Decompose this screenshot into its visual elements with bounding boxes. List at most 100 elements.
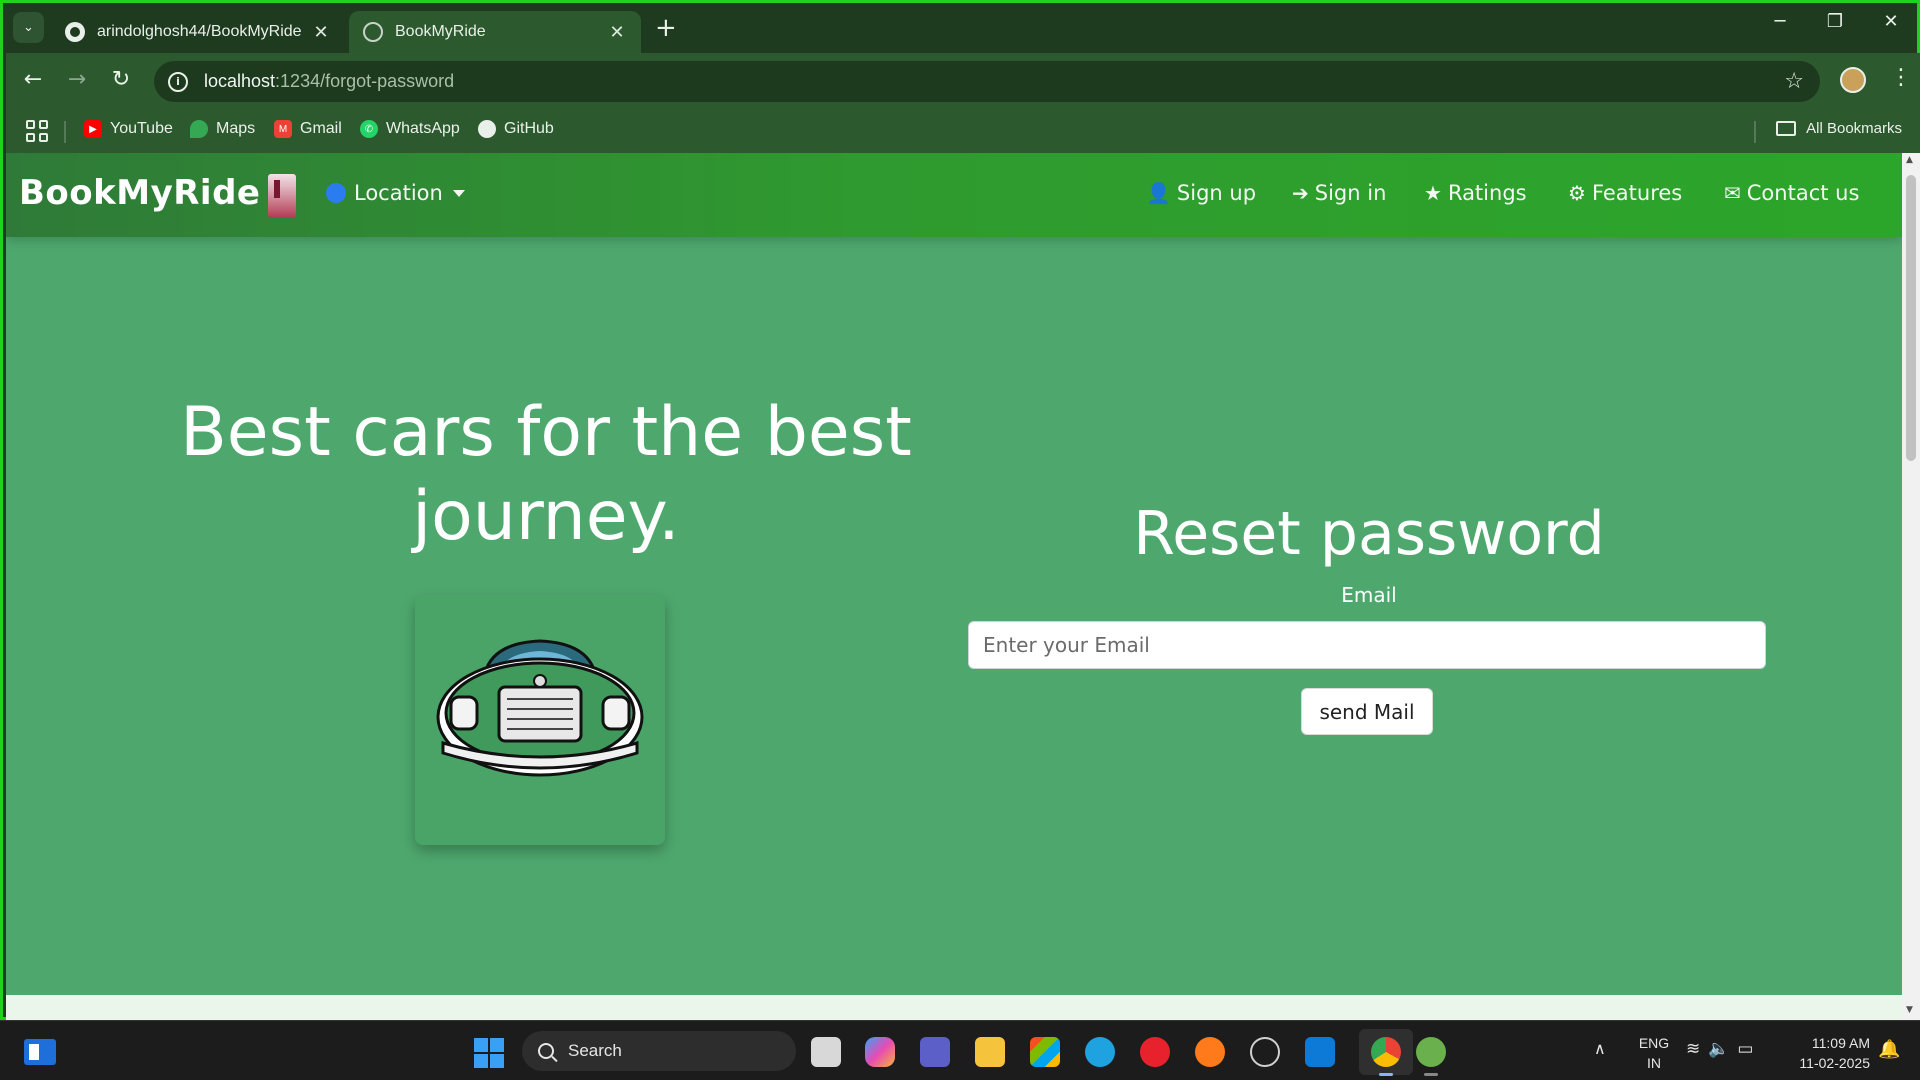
teams-icon[interactable] <box>920 1037 950 1067</box>
browser-menu-icon[interactable]: ⋮ <box>1890 65 1912 90</box>
tab-title: arindolghosh44/BookMyRide <box>97 23 302 40</box>
taskbar-search[interactable]: Search <box>522 1031 796 1071</box>
minimize-button[interactable]: ─ <box>1758 11 1802 32</box>
scrollbar-thumb[interactable] <box>1906 175 1916 461</box>
scroll-up-icon[interactable]: ▲ <box>1906 155 1913 165</box>
running-app-indicator <box>1424 1073 1438 1076</box>
globe-icon <box>326 183 346 203</box>
location-dropdown[interactable]: Location <box>326 181 465 205</box>
volume-icon[interactable]: 🔈 <box>1708 1039 1737 1059</box>
battery-icon[interactable]: ▭ <box>1737 1039 1761 1059</box>
apps-grid-icon[interactable] <box>26 120 48 142</box>
taskbar-clock[interactable]: 11:09 AM 11-02-2025 <box>1778 1033 1870 1073</box>
task-view-icon[interactable] <box>811 1037 841 1067</box>
windows-taskbar: Search ∧ ENG IN ≋🔈▭ 11:09 AM 11-02-2025 … <box>0 1020 1920 1080</box>
nav-sign-up[interactable]: 👤 Sign up <box>1146 181 1256 205</box>
site-info-icon[interactable]: i <box>168 71 188 92</box>
url-path: :1234/forgot-password <box>275 71 455 91</box>
tab-github[interactable]: arindolghosh44/BookMyRide ✕ <box>51 11 345 53</box>
brand-logo-image <box>268 174 296 218</box>
search-icon <box>538 1043 554 1059</box>
microsoft-store-icon[interactable] <box>1030 1037 1060 1067</box>
nav-label: Contact us <box>1746 181 1860 205</box>
bookmark-label: WhatsApp <box>386 120 460 137</box>
taskbar-search-label: Search <box>568 1041 622 1060</box>
send-mail-button[interactable]: send Mail <box>1301 688 1433 735</box>
close-icon[interactable]: ✕ <box>311 22 331 43</box>
bookmark-github[interactable]: GitHub <box>478 120 554 138</box>
system-tray-icons[interactable]: ≋🔈▭ <box>1686 1039 1761 1059</box>
nav-label: Ratings <box>1447 181 1527 205</box>
tab-title: BookMyRide <box>395 23 486 40</box>
language-indicator[interactable]: ENG IN <box>1634 1033 1674 1073</box>
close-window-button[interactable]: ✕ <box>1869 11 1913 32</box>
bookmark-label: GitHub <box>504 120 554 137</box>
envelope-icon: ✉ <box>1724 181 1741 205</box>
firefox-icon[interactable] <box>1195 1037 1225 1067</box>
bookmarks-bar: ▶ YouTube Maps M Gmail ✆ WhatsApp GitHub… <box>6 110 1920 153</box>
clock-time: 11:09 AM <box>1811 1035 1870 1051</box>
nav-contact-us[interactable]: ✉ Contact us <box>1724 181 1859 205</box>
address-bar[interactable]: i localhost:1234/forgot-password ☆ <box>154 61 1820 102</box>
close-icon[interactable]: ✕ <box>607 22 627 43</box>
browser-window: ⌄ arindolghosh44/BookMyRide ✕ BookMyRide… <box>0 0 1920 1021</box>
restore-button[interactable]: ❐ <box>1813 11 1857 32</box>
page-footer-strip <box>6 995 1902 1021</box>
gmail-icon: M <box>274 120 292 138</box>
site-navbar: BookMyRide Location 👤 Sign up ➔ Sign in … <box>6 153 1902 237</box>
tab-search-chevron-icon[interactable]: ⌄ <box>13 12 44 43</box>
wifi-icon[interactable]: ≋ <box>1686 1039 1708 1059</box>
reload-icon[interactable]: ↻ <box>106 67 136 92</box>
all-bookmarks-button[interactable]: All Bookmarks <box>1776 120 1902 137</box>
brand-logo-text[interactable]: BookMyRide <box>19 173 260 213</box>
language-code: ENG <box>1638 1035 1670 1051</box>
location-label: Location <box>354 181 443 205</box>
chrome-icon[interactable] <box>1371 1037 1401 1067</box>
widgets-icon[interactable] <box>24 1039 56 1065</box>
gears-icon: ⚙ <box>1568 181 1586 205</box>
notification-bell-icon[interactable]: 🔔 <box>1878 1039 1900 1060</box>
copilot-icon[interactable] <box>865 1037 895 1067</box>
bookmark-whatsapp[interactable]: ✆ WhatsApp <box>360 120 460 138</box>
start-windows-icon[interactable] <box>474 1038 504 1068</box>
email-label: Email <box>1341 583 1397 607</box>
nav-sign-in[interactable]: ➔ Sign in <box>1292 181 1386 205</box>
file-explorer-icon[interactable] <box>975 1037 1005 1067</box>
show-hidden-icons-chevron-icon[interactable]: ∧ <box>1594 1039 1606 1058</box>
opera-icon[interactable] <box>1140 1037 1170 1067</box>
bookmarks-divider <box>1754 121 1756 143</box>
page-scrollbar[interactable]: ▲ ▼ <box>1902 153 1920 1021</box>
sign-in-icon: ➔ <box>1292 181 1309 205</box>
forward-arrow-icon[interactable]: → <box>62 67 92 92</box>
hero-title: Best cars for the best journey. <box>180 393 912 556</box>
dell-icon[interactable] <box>1250 1037 1280 1067</box>
spring-tool-icon[interactable] <box>1416 1037 1446 1067</box>
new-tab-button[interactable]: + <box>655 13 677 43</box>
url-host: localhost <box>204 71 276 91</box>
bookmark-gmail[interactable]: M Gmail <box>274 120 342 138</box>
back-arrow-icon[interactable]: ← <box>18 67 48 92</box>
nav-features[interactable]: ⚙ Features <box>1568 181 1682 205</box>
tab-bookmyride[interactable]: BookMyRide ✕ <box>349 11 641 53</box>
bookmark-label: YouTube <box>110 120 173 137</box>
whatsapp-icon: ✆ <box>360 120 378 138</box>
scroll-down-icon[interactable]: ▼ <box>1906 1005 1913 1015</box>
bookmark-label: Gmail <box>300 120 342 137</box>
region-code: IN <box>1647 1055 1661 1071</box>
caret-down-icon <box>452 189 465 197</box>
nav-ratings[interactable]: ★ Ratings <box>1424 181 1527 205</box>
nav-label: Sign up <box>1176 181 1257 205</box>
bookmark-star-icon[interactable]: ☆ <box>1784 69 1804 94</box>
bookmark-label: Maps <box>216 120 256 137</box>
app-blue-icon[interactable] <box>1305 1037 1335 1067</box>
profile-avatar[interactable] <box>1840 67 1866 93</box>
email-input[interactable] <box>968 621 1766 669</box>
browser-toolbar: ← → ↻ i localhost:1234/forgot-password ☆… <box>6 53 1920 110</box>
bookmark-youtube[interactable]: ▶ YouTube <box>84 120 173 138</box>
nav-label: Features <box>1591 181 1683 205</box>
github-icon <box>478 120 496 138</box>
folder-icon <box>1776 121 1797 136</box>
github-icon <box>65 22 85 42</box>
bookmark-maps[interactable]: Maps <box>190 120 255 138</box>
edge-icon[interactable] <box>1085 1037 1115 1067</box>
